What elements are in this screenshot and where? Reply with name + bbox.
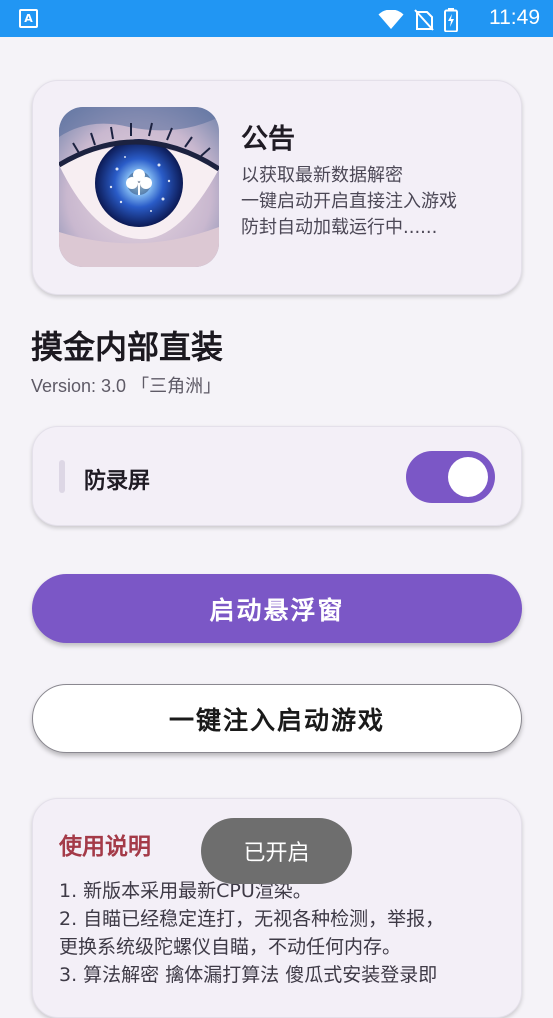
anti-record-label: 防录屏	[84, 469, 151, 494]
toast-message: 已开启	[201, 818, 352, 884]
notice-image	[59, 107, 219, 267]
notice-line: 防封自动加载运行中......	[241, 217, 438, 238]
anti-record-card: 防录屏	[32, 426, 522, 526]
accent-bar	[59, 460, 65, 493]
usage-title: 使用说明	[59, 834, 151, 860]
notice-line: 以获取最新数据解密	[241, 165, 403, 186]
notice-title: 公告	[241, 124, 295, 155]
notice-line: 一键启动开启直接注入游戏	[241, 191, 457, 212]
app-title: 摸金内部直装	[31, 328, 224, 366]
status-time: 11:49	[489, 6, 540, 29]
wifi-icon	[378, 10, 404, 29]
anti-record-toggle[interactable]	[406, 451, 495, 503]
usage-body: 1. 新版本采用最新CPU渲染。 2. 自瞄已经稳定连打，无视各种检测，举报， …	[59, 877, 509, 989]
status-bar: A 11:49	[0, 0, 553, 37]
toggle-thumb	[448, 457, 488, 497]
no-sim-icon	[414, 9, 434, 31]
app-version: Version: 3.0 「三角洲」	[31, 376, 222, 396]
usage-line: 2. 自瞄已经稳定连打，无视各种检测，举报，	[59, 908, 445, 930]
notice-body: 以获取最新数据解密 一键启动开启直接注入游戏 防封自动加载运行中......	[241, 163, 457, 241]
battery-charging-icon	[444, 8, 458, 32]
notice-card: 公告 以获取最新数据解密 一键启动开启直接注入游戏 防封自动加载运行中.....…	[32, 80, 522, 295]
app-notification-icon: A	[19, 9, 38, 28]
launch-float-window-button[interactable]: 启动悬浮窗	[32, 574, 522, 643]
inject-launch-game-button[interactable]: 一键注入启动游戏	[32, 684, 522, 753]
usage-line: 3. 算法解密 擒体漏打算法 傻瓜式安装登录即	[59, 964, 438, 986]
status-icons	[378, 8, 458, 32]
usage-line: 更换系统级陀螺仪自瞄，不动任何内存。	[59, 936, 402, 958]
